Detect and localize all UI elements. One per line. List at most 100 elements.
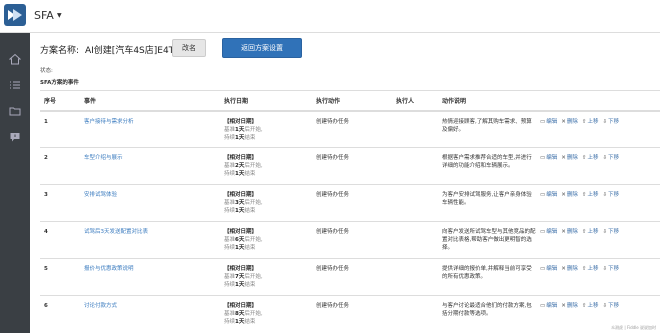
move-down-button[interactable]: ⇩下移	[602, 192, 619, 198]
delete-label: 删除	[566, 266, 578, 272]
caret-down-icon[interactable]: ▼	[57, 12, 62, 19]
row-operations: ▭编辑 ✕删除 ⇧上移 ⇩下移	[536, 258, 660, 296]
home-icon[interactable]	[8, 53, 22, 65]
arrow-down-icon: ⇩	[602, 155, 608, 161]
date-type: 【相对日期】	[224, 118, 258, 125]
date-duration-days: 1天	[235, 282, 245, 288]
date-duration-days: 1天	[235, 208, 245, 214]
back-to-plan-settings-button[interactable]: 返回方案设置	[222, 38, 302, 58]
date-type: 【相对日期】	[224, 266, 258, 272]
move-up-button[interactable]: ⇧上移	[582, 192, 599, 198]
row-executor	[392, 258, 438, 296]
delete-button[interactable]: ✕删除	[561, 119, 578, 125]
date-duration-days: 1天	[235, 134, 245, 141]
delete-button[interactable]: ✕删除	[561, 155, 578, 161]
date-start-suffix: 后开始,	[244, 200, 263, 206]
move-down-label: 下移	[608, 229, 620, 235]
date-start-suffix: 后开始,	[244, 126, 263, 133]
row-index-value: 4	[44, 229, 48, 235]
row-index: 2	[40, 147, 80, 185]
action-desc: 根据客户需求推荐合适的车型,并进行详细的功能介绍和车辆展示。	[442, 155, 532, 169]
date-duration-suffix: 结束	[244, 171, 256, 177]
row-action-desc: 与客户讨论最适合他们的付款方案,包括分期付款等选项。	[438, 295, 536, 333]
arrow-up-icon: ⇧	[581, 118, 587, 125]
edit-button[interactable]: ▭编辑	[540, 303, 557, 309]
event-link[interactable]: 安排试驾体验	[84, 192, 117, 198]
edit-label: 编辑	[546, 229, 558, 235]
header-executor: 执行人	[392, 90, 438, 112]
delete-button[interactable]: ✕删除	[561, 266, 578, 272]
row-event: 客户接待与需求分析	[80, 110, 220, 148]
list-icon[interactable]	[9, 79, 21, 91]
date-start-prefix: 基准	[224, 126, 236, 133]
exec-action: 创建待办任务	[316, 118, 350, 125]
date-duration-prefix: 持续	[224, 282, 236, 288]
move-up-label: 上移	[587, 118, 599, 125]
move-down-button[interactable]: ⇩下移	[602, 119, 619, 125]
arrow-down-icon: ⇩	[602, 266, 608, 272]
row-index-value: 5	[44, 266, 48, 272]
row-executor	[392, 295, 438, 333]
row-executor	[392, 221, 438, 259]
row-event: 安排试驾体验	[80, 184, 220, 222]
exec-action: 创建待办任务	[316, 266, 350, 272]
app-name[interactable]: SFA	[34, 9, 54, 22]
move-up-button[interactable]: ⇧上移	[582, 229, 599, 235]
section-title: SFA方案的事件	[40, 80, 79, 86]
date-type: 【相对日期】	[224, 229, 258, 235]
event-link[interactable]: 讨论付款方式	[84, 303, 117, 309]
date-duration-days: 1天	[235, 171, 245, 177]
move-up-button[interactable]: ⇧上移	[582, 155, 599, 161]
row-exec-action: 创建待办任务	[312, 295, 392, 333]
move-down-button[interactable]: ⇩下移	[602, 266, 619, 272]
table-row: 5 报价与优惠政策说明 【相对日期】 基准7天后开始, 持续1天结束 创建待办任务 提供详细…	[40, 258, 660, 296]
row-executor	[392, 110, 438, 148]
edit-button[interactable]: ▭编辑	[540, 192, 557, 198]
move-down-button[interactable]: ⇩下移	[602, 155, 619, 161]
move-up-label: 上移	[587, 303, 599, 309]
arrow-down-icon: ⇩	[602, 229, 608, 235]
table-row: 1 客户接待与需求分析 【相对日期】 基准1天后开始, 持续1天结束 创建待办任务 热情迎接…	[40, 110, 660, 148]
row-index-value: 3	[44, 192, 48, 198]
event-link[interactable]: 客户接待与需求分析	[84, 119, 134, 125]
arrow-up-icon: ⇧	[581, 229, 587, 235]
row-index: 5	[40, 258, 80, 296]
header-index: 序号	[40, 90, 80, 112]
delete-icon: ✕	[561, 266, 566, 272]
move-up-label: 上移	[587, 229, 599, 235]
arrow-up-icon: ⇧	[581, 192, 587, 198]
move-down-button[interactable]: ⇩下移	[602, 303, 619, 309]
move-up-label: 上移	[587, 155, 599, 161]
date-duration-suffix: 结束	[244, 134, 256, 141]
date-duration-prefix: 持续	[224, 319, 236, 325]
comment-icon[interactable]	[9, 131, 21, 143]
edit-icon: ▭	[540, 266, 546, 272]
edit-button[interactable]: ▭编辑	[540, 266, 557, 272]
move-down-button[interactable]: ⇩下移	[602, 229, 619, 235]
logo-icon[interactable]	[4, 4, 26, 26]
edit-button[interactable]: ▭编辑	[540, 119, 557, 125]
move-down-label: 下移	[608, 192, 620, 198]
edit-button[interactable]: ▭编辑	[540, 229, 557, 235]
date-start: 基准1天后开始,	[224, 126, 312, 134]
date-duration-suffix: 结束	[244, 245, 256, 251]
move-up-button[interactable]: ⇧上移	[582, 266, 599, 272]
row-exec-action: 创建待办任务	[312, 184, 392, 222]
delete-label: 删除	[566, 303, 578, 309]
delete-button[interactable]: ✕删除	[561, 303, 578, 309]
delete-button[interactable]: ✕删除	[561, 192, 578, 198]
event-link[interactable]: 车型介绍与展示	[84, 155, 123, 161]
edit-button[interactable]: ▭编辑	[540, 155, 557, 161]
move-up-button[interactable]: ⇧上移	[582, 303, 599, 309]
arrow-up-icon: ⇧	[581, 303, 587, 309]
edit-label: 编辑	[546, 155, 558, 161]
delete-button[interactable]: ✕删除	[561, 229, 578, 235]
rename-button[interactable]: 改名	[172, 39, 206, 57]
folder-icon[interactable]	[9, 105, 21, 117]
date-start-days: 3天	[235, 200, 245, 206]
event-link[interactable]: 试驾后3天发送配置对比表	[84, 229, 148, 235]
event-link[interactable]: 报价与优惠政策说明	[84, 266, 134, 272]
move-up-label: 上移	[587, 266, 599, 272]
exec-action: 创建待办任务	[316, 229, 350, 235]
move-up-button[interactable]: ⇧上移	[582, 119, 599, 125]
